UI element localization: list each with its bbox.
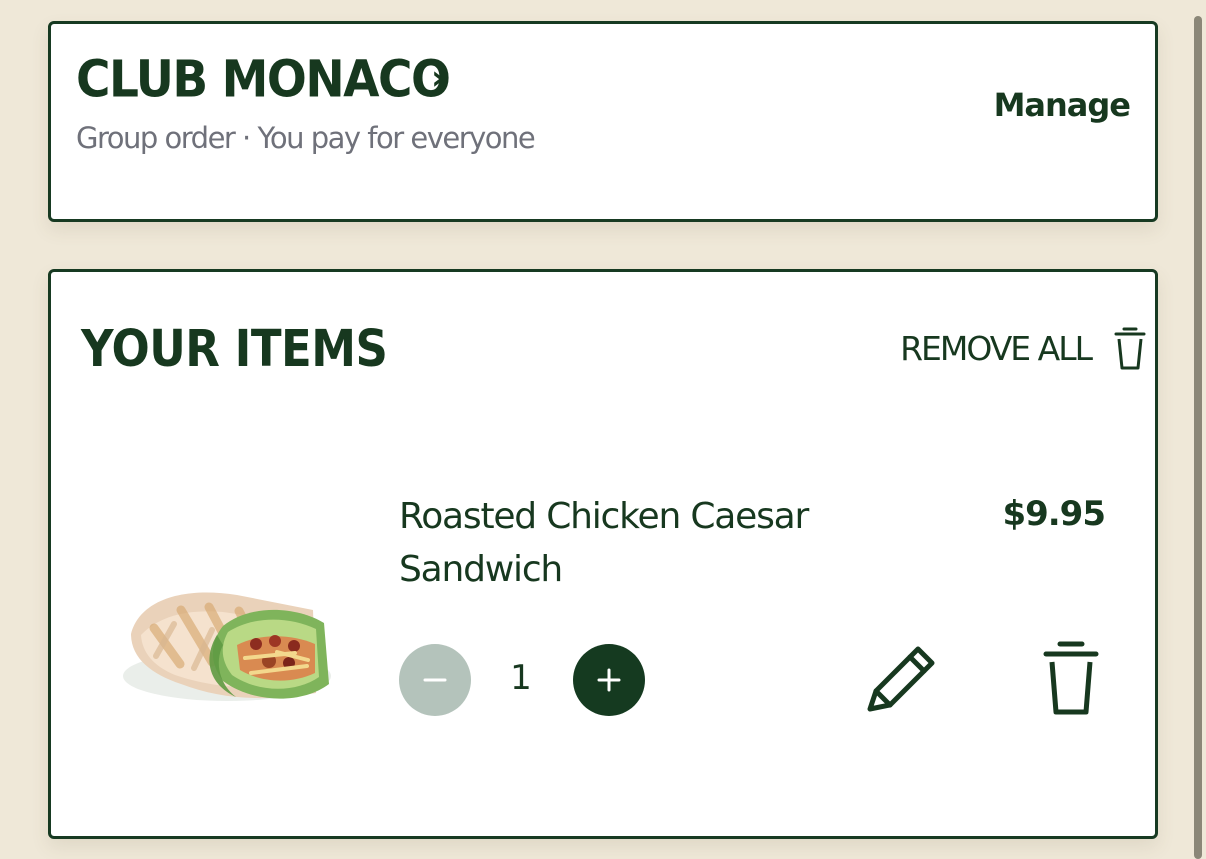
manage-button[interactable]: Manage (994, 86, 1131, 124)
page-scrollbar[interactable] (1194, 16, 1202, 859)
item-price: $9.95 (1002, 494, 1106, 534)
item-name: Roasted Chicken Caesar Sandwich (399, 496, 809, 590)
increase-quantity-button[interactable] (573, 644, 645, 716)
cart-page: CLUB MONACO › Group order · You pay for … (0, 0, 1206, 859)
quantity-value: 1 (510, 658, 532, 698)
group-order-subtitle: Group order · You pay for everyone (76, 121, 536, 155)
your-items-heading: YOUR ITEMS (81, 319, 388, 379)
chevron-right-icon[interactable]: › (431, 58, 445, 98)
remove-all-label: REMOVE ALL (900, 328, 1093, 368)
sandwich-wrap-image (123, 592, 331, 701)
store-card: CLUB MONACO › Group order · You pay for … (48, 21, 1158, 222)
trash-icon (1114, 327, 1146, 370)
decrease-quantity-button[interactable] (399, 644, 471, 716)
minus-icon (423, 678, 447, 682)
trash-icon[interactable] (1041, 639, 1101, 717)
remove-all-button[interactable]: REMOVE ALL (900, 325, 1147, 371)
your-items-card: YOUR ITEMS REMOVE ALL Roasted Chicken Ca… (48, 269, 1158, 839)
pencil-icon[interactable] (863, 641, 939, 717)
store-name-link[interactable]: CLUB MONACO (76, 50, 451, 109)
plus-icon (597, 668, 621, 692)
